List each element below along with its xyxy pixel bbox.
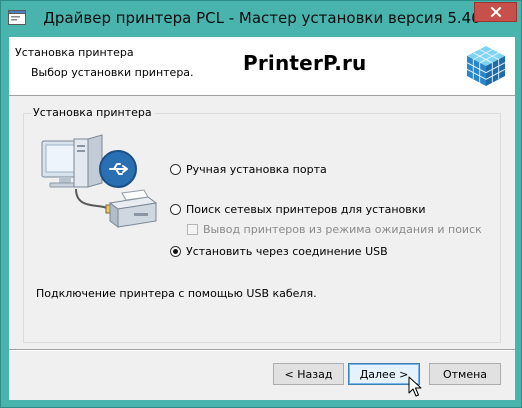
page-title: Установка принтера [15, 46, 134, 59]
bottom-divider [9, 349, 515, 351]
radio-usb-connection[interactable]: Установить через соединение USB [170, 245, 388, 258]
installer-window: Драйвер принтера PCL - Мастер установки … [0, 0, 522, 408]
radio-button-selected[interactable] [170, 246, 181, 257]
mouse-cursor-icon [408, 376, 422, 397]
site-watermark: PrinterP.ru [243, 51, 367, 75]
radio-label-manual-port: Ручная установка порта [186, 163, 327, 176]
close-icon [490, 6, 501, 18]
back-button[interactable]: < Назад [273, 363, 344, 385]
computer-usb-printer-icon [41, 134, 158, 228]
dialog-client-area: Установка принтера Выбор установки принт… [9, 37, 515, 400]
option-description: Подключение принтера с помощью USB кабел… [36, 287, 317, 300]
cancel-button[interactable]: Отмена [429, 363, 501, 385]
radio-label-usb-connection: Установить через соединение USB [186, 245, 388, 258]
blue-cube-icon [466, 46, 506, 86]
checkbox[interactable] [187, 224, 198, 235]
close-button[interactable] [474, 2, 517, 22]
group-legend: Установка принтера [31, 106, 154, 119]
page-subtitle: Выбор установки принтера. [31, 66, 194, 79]
checkbox-wake-standby[interactable]: Вывод принтеров из режима ожидания и пои… [187, 223, 482, 236]
radio-label-network-search: Поиск сетевых принтеров для установки [186, 203, 426, 216]
radio-manual-port[interactable]: Ручная установка порта [170, 163, 327, 176]
radio-button[interactable] [170, 164, 181, 175]
header-panel: Установка принтера Выбор установки принт… [9, 37, 515, 96]
window-title: Драйвер принтера PCL - Мастер установки … [43, 9, 481, 27]
radio-button[interactable] [170, 204, 181, 215]
title-bar[interactable]: Драйвер принтера PCL - Мастер установки … [1, 1, 522, 37]
checkbox-label-wake-standby: Вывод принтеров из режима ожидания и пои… [203, 223, 482, 236]
printer-install-group: Установка принтера Ручная установка порт… [23, 106, 501, 343]
radio-network-search[interactable]: Поиск сетевых принтеров для установки [170, 203, 426, 216]
